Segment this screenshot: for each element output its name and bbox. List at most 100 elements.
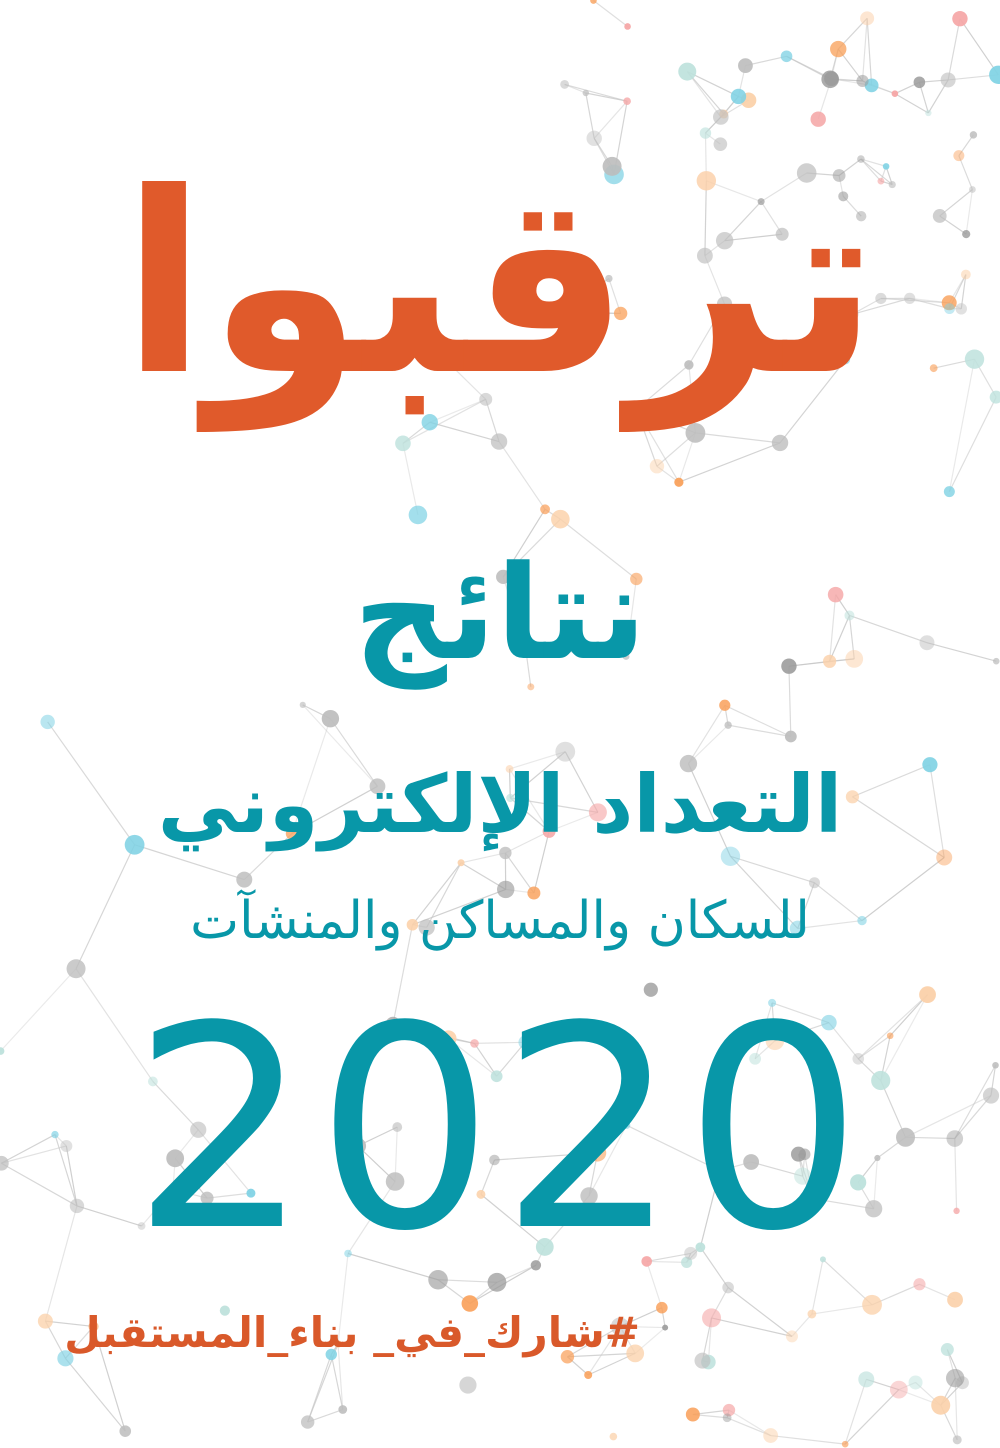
network-line bbox=[844, 1379, 867, 1445]
network-line bbox=[402, 443, 419, 516]
network-line bbox=[948, 359, 976, 492]
network-node bbox=[66, 959, 86, 979]
network-line bbox=[64, 1357, 126, 1432]
network-node bbox=[785, 1330, 798, 1343]
network-line bbox=[1, 1134, 56, 1164]
network-node bbox=[955, 303, 967, 315]
network-node bbox=[953, 150, 965, 162]
network-line bbox=[724, 704, 792, 738]
network-node bbox=[982, 1087, 1000, 1104]
network-line bbox=[905, 1095, 992, 1138]
network-node bbox=[408, 505, 428, 525]
network-node bbox=[913, 76, 926, 89]
network-line bbox=[498, 441, 546, 510]
network-node bbox=[953, 1207, 960, 1215]
census-subtitle: للسكان والمساكن والمنشآت bbox=[190, 891, 810, 951]
network-node bbox=[685, 1407, 700, 1422]
network-node bbox=[940, 1343, 954, 1357]
network-node bbox=[827, 586, 844, 603]
network-node bbox=[841, 1440, 849, 1448]
network-node bbox=[540, 504, 550, 515]
network-node bbox=[722, 1413, 732, 1423]
network-node bbox=[713, 109, 729, 125]
network-line bbox=[728, 724, 791, 738]
network-line bbox=[678, 442, 781, 483]
network-node bbox=[694, 1352, 711, 1369]
network-node bbox=[808, 877, 820, 889]
network-line bbox=[844, 1389, 900, 1445]
network-node bbox=[624, 23, 631, 30]
network-node bbox=[807, 1309, 817, 1319]
network-line bbox=[954, 1378, 958, 1440]
network-node bbox=[919, 635, 935, 651]
network-node bbox=[824, 71, 839, 86]
network-line bbox=[564, 83, 628, 102]
network-node bbox=[913, 1278, 926, 1291]
network-node bbox=[321, 709, 340, 728]
network-line bbox=[959, 18, 999, 76]
network-node bbox=[931, 1395, 951, 1415]
network-node bbox=[609, 1432, 618, 1441]
network-node bbox=[862, 1294, 882, 1315]
network-line bbox=[929, 764, 945, 858]
network-node bbox=[395, 435, 411, 452]
network-node bbox=[699, 127, 712, 139]
network-node bbox=[40, 714, 55, 730]
network-node bbox=[960, 269, 971, 280]
network-node bbox=[60, 1139, 73, 1152]
network-line bbox=[307, 1354, 332, 1423]
network-node bbox=[560, 80, 570, 89]
network-node bbox=[551, 509, 570, 529]
network-node bbox=[919, 986, 936, 1004]
network-line bbox=[0, 968, 77, 1052]
network-node bbox=[936, 849, 953, 866]
network-node bbox=[781, 658, 797, 674]
network-node bbox=[69, 1198, 85, 1214]
network-line bbox=[849, 614, 928, 644]
network-node bbox=[858, 1371, 875, 1388]
network-line bbox=[788, 666, 792, 737]
network-node bbox=[702, 1308, 722, 1328]
network-node bbox=[623, 97, 631, 105]
network-node bbox=[844, 610, 855, 621]
network-line bbox=[861, 18, 868, 81]
network-node bbox=[37, 1313, 53, 1329]
network-node bbox=[969, 131, 978, 139]
network-node bbox=[730, 88, 747, 105]
network-line bbox=[1, 1145, 67, 1164]
network-node bbox=[952, 10, 968, 27]
network-node bbox=[582, 89, 589, 97]
network-node bbox=[891, 90, 899, 97]
network-node bbox=[51, 1130, 59, 1139]
network-node bbox=[856, 74, 869, 88]
network-node bbox=[299, 701, 306, 708]
network-node bbox=[119, 1425, 132, 1437]
network-node bbox=[300, 1415, 315, 1429]
network-node bbox=[338, 1405, 348, 1414]
headline-stay-tuned: ترقبوا bbox=[121, 139, 883, 430]
network-line bbox=[44, 1205, 78, 1322]
network-node bbox=[945, 1368, 965, 1388]
network-node bbox=[459, 1376, 477, 1394]
census-title: التعداد الإلكتروني bbox=[157, 758, 843, 851]
network-node bbox=[952, 1435, 962, 1445]
network-node bbox=[0, 1155, 9, 1171]
network-node bbox=[738, 58, 753, 74]
network-node bbox=[992, 1061, 999, 1069]
results-title: نتائج bbox=[353, 537, 647, 689]
network-line bbox=[954, 1095, 992, 1139]
network-node bbox=[662, 1324, 669, 1331]
network-node bbox=[989, 390, 1000, 404]
network-line bbox=[460, 852, 506, 864]
network-node bbox=[860, 11, 875, 26]
network-line bbox=[954, 1138, 958, 1211]
network-node bbox=[649, 459, 665, 474]
network-node bbox=[236, 871, 253, 888]
network-node bbox=[490, 433, 508, 450]
network-node bbox=[940, 72, 956, 88]
network-node bbox=[584, 1371, 593, 1380]
network-node bbox=[830, 40, 847, 58]
network-line bbox=[866, 18, 873, 86]
network-node bbox=[989, 65, 1000, 84]
network-line bbox=[965, 189, 973, 235]
